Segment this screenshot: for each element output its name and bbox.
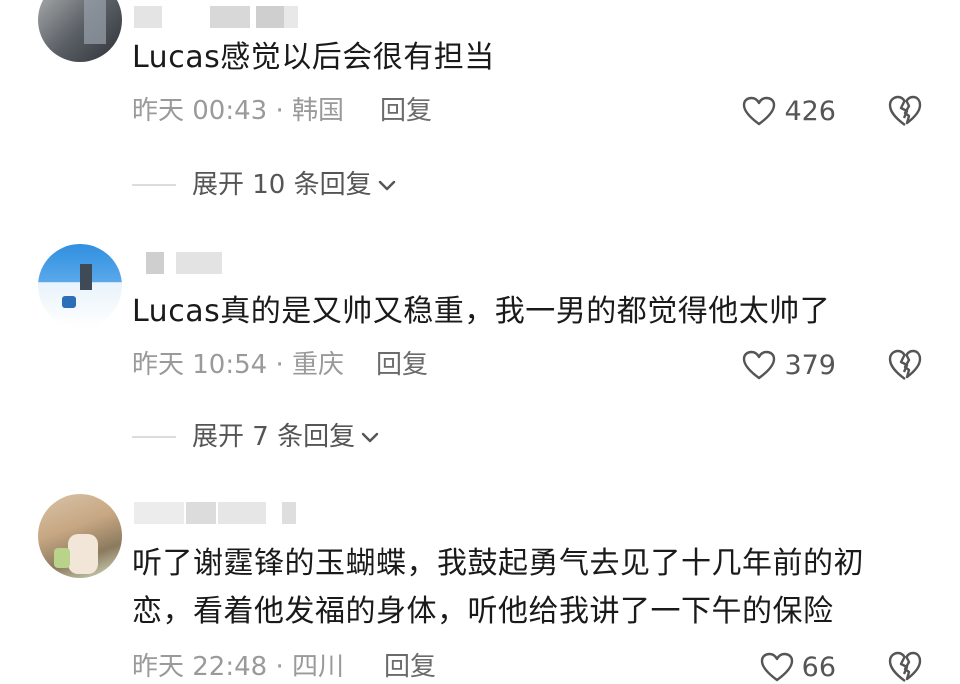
comment-text: 听了谢霆锋的玉蝴蝶，我鼓起勇气去见了十几年前的初恋，看着他发福的身体，听他给我讲… (132, 546, 864, 629)
reply-button[interactable]: 回复 (376, 348, 428, 382)
heart-outline-icon (760, 652, 793, 682)
comment-text: Lucas真的是又帅又稳重，我一男的都觉得他太帅了 (132, 294, 831, 329)
reply-button[interactable]: 回复 (384, 650, 436, 684)
expand-replies-button[interactable]: 展开 7 条回复 (132, 422, 381, 452)
divider (132, 184, 176, 186)
like-button[interactable]: 66 (760, 650, 836, 684)
comment-meta: 昨天 10:54 · 重庆 (132, 350, 344, 380)
like-count: 426 (784, 95, 836, 127)
comment-meta: 昨天 22:48 · 四川 (132, 652, 344, 682)
reply-button[interactable]: 回复 (380, 94, 432, 128)
heart-outline-icon (743, 350, 776, 380)
broken-heart-icon[interactable] (888, 650, 922, 684)
comment-text: Lucas感觉以后会很有担当 (132, 40, 495, 75)
broken-heart-icon[interactable] (888, 348, 922, 382)
avatar[interactable] (38, 494, 122, 578)
divider (132, 436, 176, 438)
comment-meta: 昨天 00:43 · 韩国 (132, 96, 344, 126)
expand-replies-label: 展开 10 条回复 (192, 170, 372, 200)
expand-replies-label: 展开 7 条回复 (192, 422, 356, 452)
chevron-down-icon (361, 432, 379, 443)
like-count: 379 (784, 349, 836, 381)
avatar[interactable] (38, 244, 122, 328)
chevron-down-icon (378, 180, 395, 191)
like-button[interactable]: 379 (742, 348, 836, 382)
avatar[interactable] (38, 0, 122, 62)
expand-replies-button[interactable]: 展开 10 条回复 (132, 170, 398, 200)
heart-outline-icon (743, 96, 776, 126)
like-button[interactable]: 426 (742, 94, 836, 128)
like-count: 66 (801, 651, 836, 683)
broken-heart-icon[interactable] (888, 94, 922, 128)
